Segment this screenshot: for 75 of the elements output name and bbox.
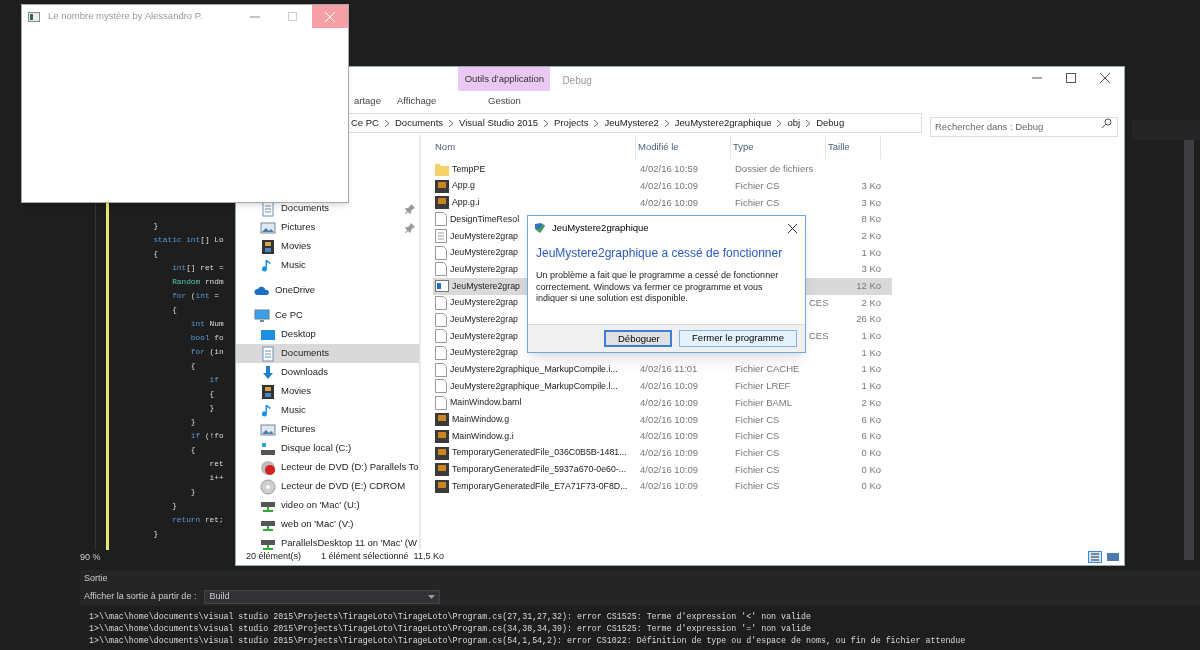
file-name: MainWindow.g <box>452 413 510 427</box>
file-size: 0 Ko <box>861 446 881 458</box>
modified-date: 4/02/16 11:01 <box>640 363 698 375</box>
modified-date: 4/02/16 10:09 <box>640 463 699 475</box>
modified-date: 4/02/16 10:09 <box>640 396 699 408</box>
file-size: 3 Ko <box>861 263 881 275</box>
file-type: CES <box>809 296 829 308</box>
file-name: JeuMystere2grap <box>450 329 518 343</box>
file-size: 2 Ko <box>861 296 881 308</box>
modified-date: 4/02/16 10:59 <box>640 163 699 175</box>
file-size: 1 Ko <box>861 363 881 375</box>
file-type: Fichier CS <box>735 480 780 492</box>
window-title: Debug <box>562 74 592 88</box>
file-size: 2 Ko <box>861 396 881 408</box>
item-count: 20 élément(s) <box>246 550 302 564</box>
file-name: App.g.i <box>452 196 480 210</box>
file-name: TemporaryGeneratedFile_E7A71F73-0F8D... <box>452 479 628 493</box>
context-tab-header: Outils d'application <box>458 67 551 91</box>
file-size: 0 Ko <box>861 480 881 492</box>
selection-info: 1 élément sélectionné 11,5 Ko <box>321 550 444 564</box>
file-type: Fichier CS <box>735 413 780 425</box>
modified-date: 4/02/16 10:09 <box>640 196 699 208</box>
file-name: JeuMystere2graphique_MarkupCompile.i... <box>450 363 618 376</box>
dialog-heading: JeuMystere2graphique a cessé de fonctionner <box>535 245 784 262</box>
file-type: Fichier LREF <box>735 380 791 392</box>
file-type: Fichier CS <box>735 196 780 208</box>
file-size: 26 Ko <box>856 313 881 325</box>
file-type: Fichier BAML <box>735 396 792 408</box>
window-title: Le nombre mystère by Alessandro P. <box>48 9 203 24</box>
file-size: 1 Ko <box>861 246 881 258</box>
file-size: 3 Ko <box>861 179 881 191</box>
file-name: JeuMystere2grap <box>450 229 518 243</box>
modified-date: 4/02/16 10:09 <box>640 179 699 191</box>
modified-date: 4/02/16 10:09 <box>640 446 699 458</box>
file-size: 1 Ko <box>861 346 881 358</box>
modified-date: 4/02/16 10:09 <box>640 480 699 492</box>
file-name: MainWindow.g.i <box>452 429 514 443</box>
file-type: Fichier CS <box>735 179 780 191</box>
file-size: 3 Ko <box>861 196 881 208</box>
file-type: Fichier CS <box>735 446 780 458</box>
file-name: TemporaryGeneratedFile_5937a670-0e60-... <box>452 463 627 477</box>
output-line: 1>\\mac\home\documents\visual studio 2015\Projects\TirageLoto\TirageLoto\Program.cs(27,31,27,32): error CS1525: Terme d'expression '<' non valide <box>89 611 812 623</box>
file-name: TemporaryGeneratedFile_036C0B5B-1481... <box>452 446 627 460</box>
file-size: 2 Ko <box>861 229 881 241</box>
file-name: JeuMystere2grap <box>450 296 518 310</box>
file-size: 1 Ko <box>861 380 881 392</box>
file-name: App.g <box>452 179 475 193</box>
file-size: 0 Ko <box>861 463 881 475</box>
source-label: Afficher la sortie à partir de : <box>84 590 197 604</box>
file-size: 8 Ko <box>861 213 881 225</box>
file-name: JeuMystere2grap <box>450 262 518 276</box>
file-name: JeuMystere2grap <box>450 312 518 326</box>
file-name: JeuMystere2graphique_MarkupCompile.l... <box>450 379 618 393</box>
file-type: CES <box>809 330 829 342</box>
file-type: Fichier CACHE <box>735 363 800 375</box>
file-name: JeuMystere2grap <box>450 346 518 360</box>
file-size: 1 Ko <box>861 330 881 342</box>
file-type: Fichier CS <box>735 463 780 475</box>
file-size: 12 Ko <box>856 280 881 292</box>
file-name: MainWindow.baml <box>450 396 522 410</box>
file-name: DesignTimeResol <box>450 212 520 226</box>
file-name: TempPE <box>452 162 486 176</box>
file-size: 6 Ko <box>861 430 881 442</box>
modified-date: 4/02/16 10:09 <box>640 380 699 392</box>
output-line: 1>\\mac\home\documents\visual studio 2015\Projects\TirageLoto\TirageLoto\Program.cs(54,1,54,2): error CS1022: Définition de type ou d'espace de noms, ou fin de fichier attendue <box>89 635 967 647</box>
modified-date: 4/02/16 10:09 <box>640 413 699 425</box>
file-name: JeuMystere2grap <box>450 246 518 260</box>
modified-date: 4/02/16 10:09 <box>640 430 699 442</box>
file-size: 6 Ko <box>861 413 881 425</box>
file-name: JeuMystere2grap <box>452 279 520 293</box>
panel-title: Sortie <box>84 572 108 586</box>
dialog-title: JeuMystere2graphique <box>552 220 649 235</box>
output-line: 1>\\mac\home\documents\visual studio 2015\Projects\TirageLoto\TirageLoto\Program.cs(34,38,34,39): error CS1525: Terme d'expression '=' non valide <box>89 623 812 635</box>
file-type: Dossier de fichiers <box>735 163 814 175</box>
file-type: Fichier CS <box>735 430 780 442</box>
